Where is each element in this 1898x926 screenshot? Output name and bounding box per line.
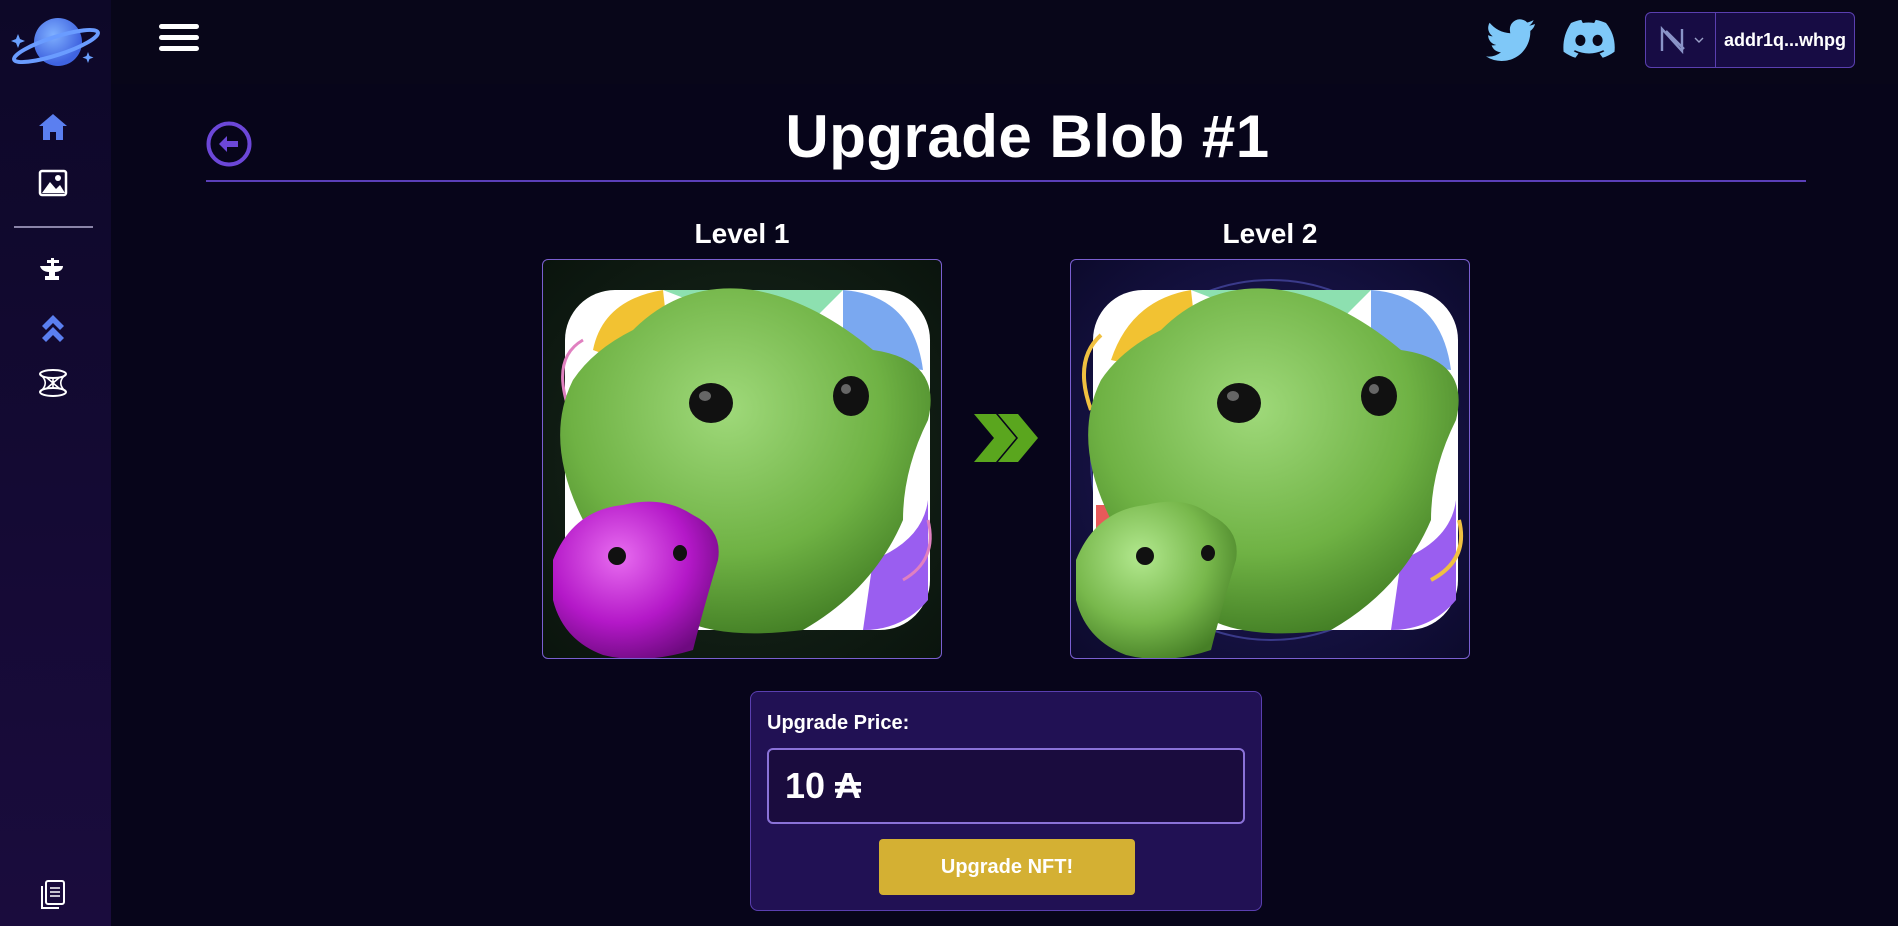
next-level-nft-image	[1070, 259, 1470, 659]
twitter-icon[interactable]	[1485, 18, 1537, 62]
nami-wallet-icon	[1660, 25, 1685, 55]
upgrade-price-panel: Upgrade Price: 10 ₳ Upgrade NFT!	[750, 691, 1262, 911]
sidebar-forge-icon[interactable]	[36, 254, 70, 288]
page-title: Upgrade Blob #1	[785, 103, 1270, 170]
wallet-address: addr1q...whpg	[1723, 29, 1846, 50]
sidebar-home-icon[interactable]	[36, 110, 70, 144]
upgrade-price-label: Upgrade Price:	[767, 712, 910, 734]
sidebar-docs-icon[interactable]	[36, 878, 70, 912]
blob-nft-level-1-image	[553, 288, 932, 658]
sidebar-portal-icon[interactable]	[36, 366, 70, 400]
sidebar-divider	[14, 226, 93, 228]
sidebar-gallery-icon[interactable]	[36, 166, 70, 200]
menu-icon[interactable]	[159, 24, 199, 56]
sidebar-upgrade-icon[interactable]	[36, 310, 70, 344]
top-bar: addr1q...whpg	[111, 0, 1898, 84]
sidebar	[0, 0, 111, 926]
current-level-label: Level 1	[694, 218, 790, 249]
current-level-nft-image	[542, 259, 942, 659]
network-selector[interactable]	[1646, 13, 1716, 67]
discord-icon[interactable]	[1563, 18, 1615, 62]
planet-logo-icon[interactable]	[8, 12, 100, 74]
upgrade-nft-button[interactable]: Upgrade NFT!	[879, 839, 1135, 895]
upgrade-price-field: 10 ₳	[767, 748, 1245, 824]
chevron-down-icon	[1694, 37, 1703, 43]
wallet-connect-button[interactable]: addr1q...whpg	[1645, 12, 1855, 68]
title-divider	[206, 180, 1806, 182]
next-level-label: Level 2	[1222, 218, 1318, 249]
upgrade-arrow-icon	[974, 414, 1038, 462]
blob-nft-level-2-image	[1076, 279, 1464, 658]
